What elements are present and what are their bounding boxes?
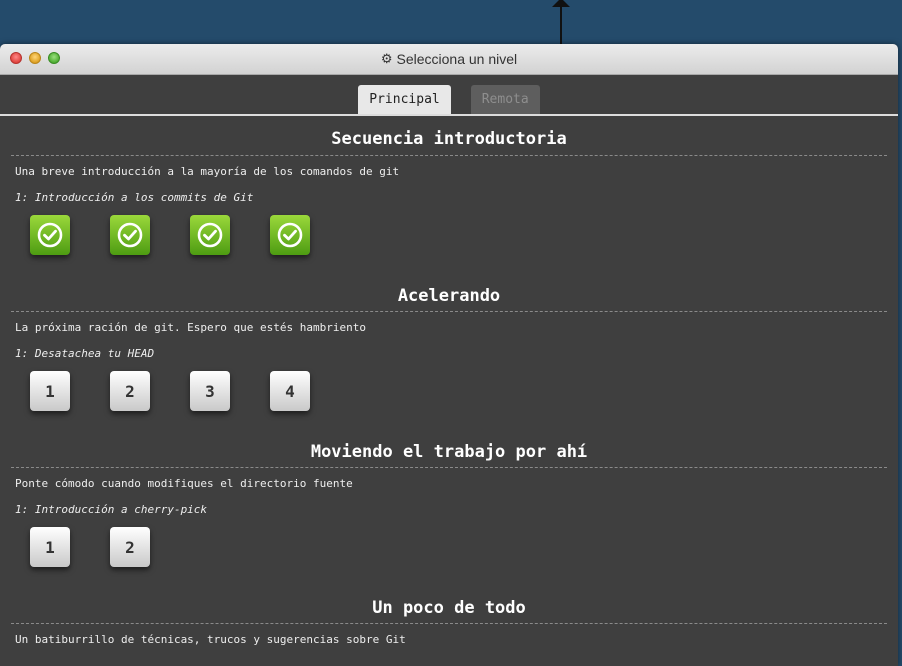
section-description: Una breve introducción a la mayoría de l… bbox=[15, 165, 400, 178]
level-2-completed-button[interactable] bbox=[110, 215, 150, 255]
section-level-name: 1: Introducción a los commits de Git bbox=[15, 191, 254, 204]
window-title: Selecciona un nivel bbox=[396, 51, 518, 67]
section-acelerando: Acelerando La próxima ración de git. Esp… bbox=[11, 271, 887, 427]
titlebar: ⚙ Selecciona un nivel bbox=[0, 44, 898, 75]
check-circle-icon bbox=[117, 222, 143, 248]
level-button[interactable]: 2 bbox=[110, 527, 150, 567]
window-controls bbox=[10, 52, 60, 64]
level-buttons: 1 2 3 4 bbox=[11, 371, 887, 427]
section-level-name: 1: Desatachea tu HEAD bbox=[15, 347, 155, 360]
tab-remota[interactable]: Remota bbox=[470, 85, 540, 114]
check-circle-icon bbox=[277, 222, 303, 248]
level-sections: Secuencia introductoria Una breve introd… bbox=[0, 116, 898, 656]
level-button[interactable]: 4 bbox=[270, 371, 310, 411]
tab-bar: Principal Remota bbox=[0, 75, 898, 116]
section-description: Un batiburrillo de técnicas, trucos y su… bbox=[15, 633, 406, 646]
section-mixed-bag: Un poco de todo Un batiburrillo de técni… bbox=[11, 583, 887, 656]
tab-principal[interactable]: Principal bbox=[358, 85, 451, 114]
level-3-completed-button[interactable] bbox=[190, 215, 230, 255]
minimize-window-button[interactable] bbox=[29, 52, 41, 64]
level-1-completed-button[interactable] bbox=[30, 215, 70, 255]
level-select-window: ⚙ Selecciona un nivel Principal Remota S… bbox=[0, 44, 898, 666]
level-4-completed-button[interactable] bbox=[270, 215, 310, 255]
section-introduction: Secuencia introductoria Una breve introd… bbox=[11, 116, 887, 271]
level-button[interactable]: 2 bbox=[110, 371, 150, 411]
section-title: Secuencia introductoria bbox=[11, 116, 887, 156]
maximize-window-button[interactable] bbox=[48, 52, 60, 64]
section-title: Moviendo el trabajo por ahí bbox=[11, 427, 887, 468]
level-button[interactable]: 3 bbox=[190, 371, 230, 411]
gear-icon: ⚙ bbox=[380, 51, 393, 66]
section-title: Un poco de todo bbox=[11, 583, 887, 624]
level-buttons: 1 2 bbox=[11, 527, 887, 583]
background-arrow-head bbox=[552, 0, 570, 7]
level-buttons bbox=[11, 215, 887, 271]
section-description: Ponte cómodo cuando modifiques el direct… bbox=[15, 477, 353, 490]
check-circle-icon bbox=[197, 222, 223, 248]
section-moving-work: Moviendo el trabajo por ahí Ponte cómodo… bbox=[11, 427, 887, 583]
section-description: La próxima ración de git. Espero que est… bbox=[15, 321, 366, 334]
level-button[interactable]: 1 bbox=[30, 371, 70, 411]
check-circle-icon bbox=[37, 222, 63, 248]
level-button[interactable]: 1 bbox=[30, 527, 70, 567]
section-level-name: 1: Introducción a cherry-pick bbox=[15, 503, 208, 516]
section-title: Acelerando bbox=[11, 271, 887, 312]
close-window-button[interactable] bbox=[10, 52, 22, 64]
